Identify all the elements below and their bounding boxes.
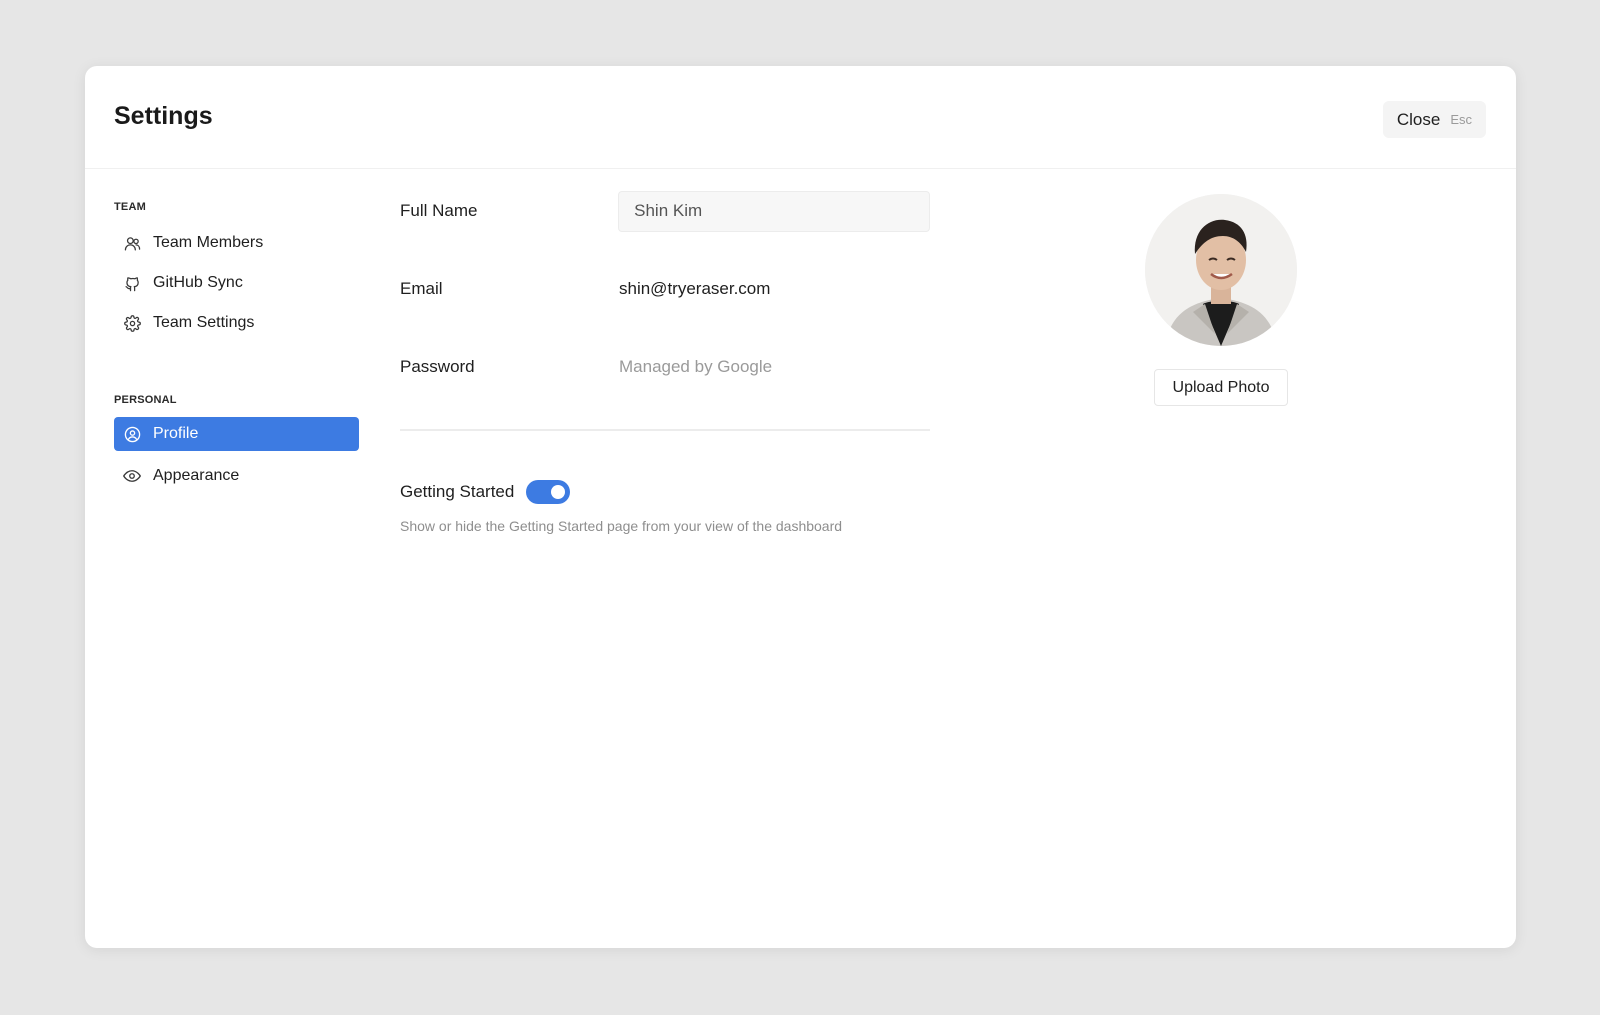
page-title: Settings: [114, 102, 213, 130]
sidebar-item-team-members[interactable]: Team Members: [114, 226, 359, 260]
team-section-label: TEAM: [114, 201, 146, 213]
github-icon: [123, 274, 141, 292]
settings-modal: Settings Close Esc TEAM Team Members Git…: [85, 66, 1516, 948]
eye-icon: [123, 467, 141, 485]
sidebar-item-team-settings[interactable]: Team Settings: [114, 306, 359, 340]
full-name-input[interactable]: [618, 190, 930, 232]
sidebar-item-label: Profile: [153, 425, 199, 442]
modal-header: Settings Close Esc: [85, 66, 1516, 169]
sidebar-item-label: Team Settings: [153, 314, 255, 331]
gear-icon: [123, 314, 141, 332]
sidebar-item-label: GitHub Sync: [153, 274, 243, 291]
getting-started-label: Getting Started: [400, 482, 515, 501]
full-name-label: Full Name: [400, 201, 478, 220]
close-label: Close: [1396, 109, 1441, 129]
getting-started-row: Getting Started: [400, 479, 571, 505]
form-divider: [400, 429, 930, 431]
full-name-row: Full Name: [400, 190, 930, 232]
sidebar-item-github-sync[interactable]: GitHub Sync: [114, 266, 359, 300]
sidebar-item-label: Appearance: [153, 467, 240, 484]
password-value: Managed by Google: [619, 357, 773, 376]
email-row: Email shin@tryeraser.com: [400, 269, 930, 309]
close-button[interactable]: Close Esc: [1382, 101, 1486, 138]
avatar: [1145, 194, 1297, 346]
password-label: Password: [400, 357, 475, 376]
email-label: Email: [400, 279, 443, 298]
team-members-icon: [123, 234, 141, 252]
sidebar-item-label: Team Members: [153, 234, 264, 251]
user-circle-icon: [123, 425, 141, 443]
settings-sidebar: TEAM Team Members GitHub Sync Team Setti…: [114, 200, 359, 493]
sidebar-item-profile[interactable]: Profile: [114, 417, 359, 451]
getting-started-toggle[interactable]: [526, 480, 571, 504]
email-value: shin@tryeraser.com: [619, 279, 771, 298]
password-row: Password Managed by Google: [400, 347, 930, 387]
sidebar-item-appearance[interactable]: Appearance: [114, 459, 359, 493]
toggle-knob: [551, 485, 566, 499]
personal-section-label: PERSONAL: [114, 394, 177, 406]
getting-started-description: Show or hide the Getting Started page fr…: [400, 518, 843, 534]
upload-photo-button[interactable]: Upload Photo: [1154, 369, 1288, 406]
esc-shortcut-hint: Esc: [1450, 112, 1472, 127]
